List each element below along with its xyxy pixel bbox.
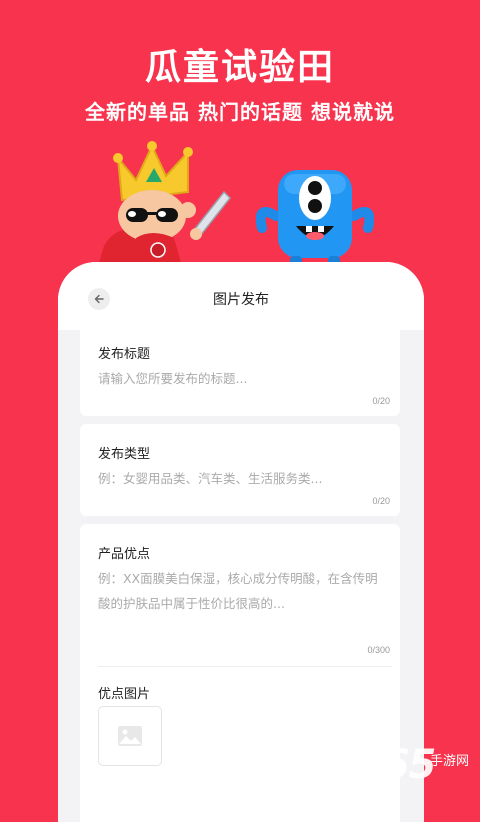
type-char-counter: 0/20 (372, 496, 390, 506)
hero-title: 瓜童试验田 (144, 47, 335, 88)
page-title: 图片发布 (213, 292, 269, 308)
divider (98, 666, 392, 667)
title-char-counter: 0/20 (372, 396, 390, 406)
image-field-label: 优点图片 (98, 687, 151, 702)
image-upload-button[interactable] (98, 706, 162, 766)
title-field-label: 发布标题 (98, 347, 151, 362)
type-field-card[interactable]: 发布类型 例：女婴用品类、汽车类、生活服务类... 0/20 (80, 424, 400, 516)
watermark-number: 2265 (328, 742, 436, 788)
advantage-char-counter: 0/300 (367, 645, 390, 655)
type-input[interactable]: 例：女婴用品类、汽车类、生活服务类... (98, 466, 398, 491)
king-mascot-illustration (98, 141, 232, 266)
advantage-input-line2[interactable]: 酸的护肤品中属于性价比很高的... (98, 591, 398, 616)
monster-mascot-illustration (256, 170, 374, 268)
hero-subtitle: 全新的单品 热门的话题 想说就说 (85, 100, 395, 124)
title-input[interactable]: 请输入您所要发布的标题... (98, 366, 398, 391)
title-field-card[interactable]: 发布标题 请输入您所要发布的标题... 0/20 (80, 324, 400, 416)
watermark-text: 手游网 (430, 754, 470, 769)
site-watermark: 2265 手游网 (328, 742, 478, 794)
advantage-field-label: 产品优点 (98, 547, 151, 562)
phone-mockup: 图片发布 发布标题 请输入您所要发布的标题... 0/20 发布类型 例：女婴用… (58, 262, 424, 822)
image-placeholder-icon (118, 726, 142, 746)
type-field-label: 发布类型 (98, 447, 151, 462)
advantage-input-line1[interactable]: 例：XX面膜美白保湿，核心成分传明酸，在含传明 (98, 566, 398, 591)
page-header: 图片发布 (58, 262, 424, 330)
